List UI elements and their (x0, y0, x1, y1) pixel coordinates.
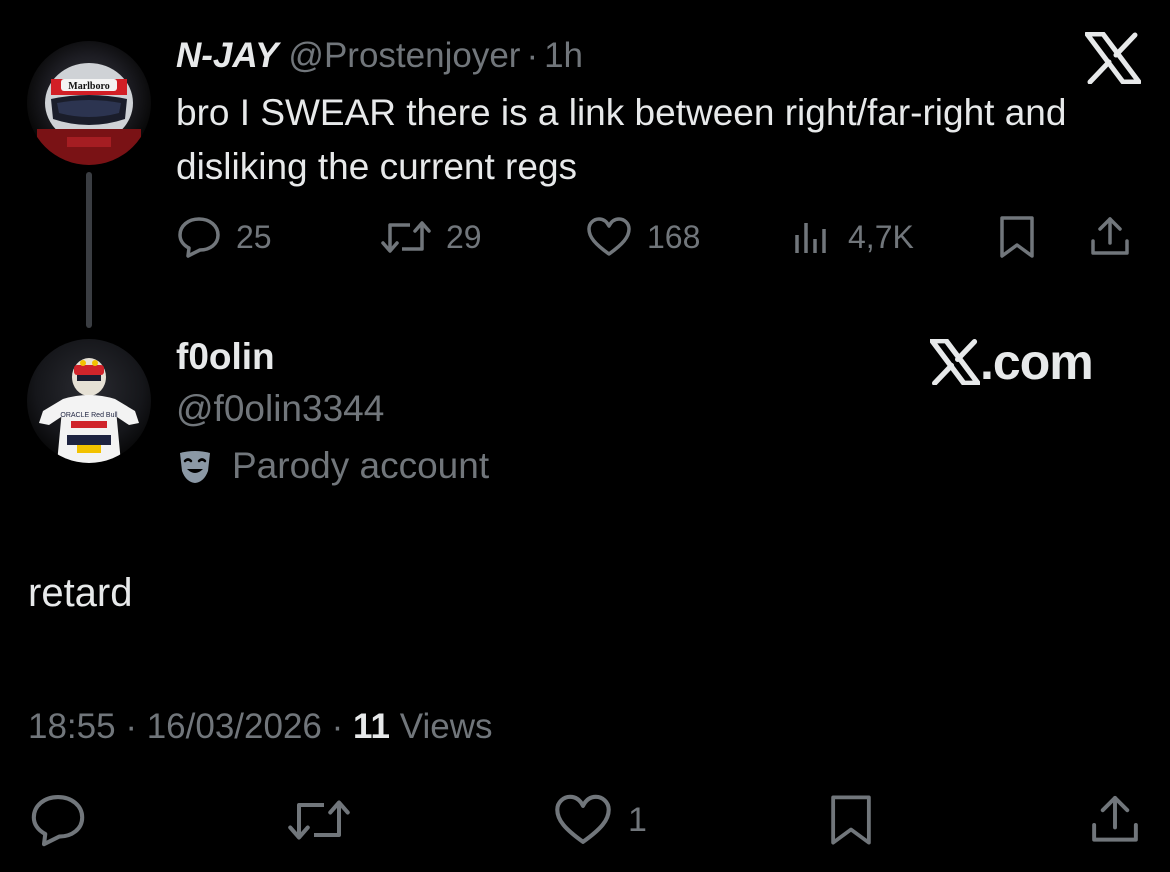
avatar-sponsor-text: ORACLE Red Bull (60, 412, 118, 419)
reply-author-avatar[interactable]: ORACLE Red Bull (27, 339, 151, 463)
x-logo-icon (1084, 31, 1142, 85)
reply-time[interactable]: 18:55 (28, 707, 116, 746)
mask-icon (180, 451, 210, 483)
parent-tweet-header: N-JAY @Prostenjoyer · 1h (176, 36, 583, 76)
bookmark-icon (831, 795, 871, 845)
reply-button[interactable]: 25 (176, 212, 272, 262)
reply-icon (178, 217, 220, 258)
parent-tweet-text: bro I SWEAR there is a link between righ… (176, 92, 1067, 187)
share-button[interactable] (1088, 212, 1132, 262)
bookmark-button[interactable] (826, 795, 876, 845)
meta-separator: · (331, 707, 344, 746)
reply-date[interactable]: 16/03/2026 (147, 707, 322, 746)
heart-icon (587, 217, 631, 256)
repost-count: 29 (446, 218, 482, 255)
share-icon (1092, 795, 1138, 842)
bookmark-icon (1000, 216, 1034, 258)
repost-button[interactable] (286, 795, 352, 845)
tweet-timestamp[interactable]: 1h (544, 36, 583, 76)
reply-author-display-name[interactable]: f0olin (176, 334, 275, 380)
like-button[interactable]: 168 (585, 212, 700, 262)
racing-driver-avatar-icon: ORACLE Red Bull (39, 358, 139, 463)
parody-account-label: Parody account (232, 445, 490, 486)
repost-icon (288, 800, 350, 840)
reply-button[interactable] (28, 795, 88, 847)
like-count: 1 (628, 800, 647, 839)
author-handle[interactable]: @Prostenjoyer (288, 36, 520, 76)
author-display-name[interactable]: N-JAY (176, 36, 278, 76)
views-button[interactable]: 4,7K (792, 212, 914, 262)
views-chart-icon (795, 223, 826, 253)
repost-button[interactable]: 29 (380, 212, 482, 262)
reply-metadata: 18:55 · 16/03/2026 · 11 Views (28, 704, 492, 750)
parody-account-badge[interactable]: Parody account (176, 442, 489, 490)
views-count: 4,7K (848, 218, 914, 255)
driver-helmet-avatar-icon: Marlboro (37, 63, 141, 165)
reply-views-label: Views (399, 707, 493, 746)
author-avatar[interactable]: Marlboro (27, 41, 151, 165)
like-button[interactable]: 1 (552, 794, 647, 845)
heart-icon (555, 794, 611, 844)
avatar-logo-text: Marlboro (68, 81, 109, 92)
repost-icon (381, 221, 431, 253)
reply-icon (31, 795, 85, 847)
reply-count: 25 (236, 218, 272, 255)
like-count: 168 (647, 218, 701, 255)
bookmark-button[interactable] (996, 212, 1038, 262)
x-logo-icon (930, 339, 980, 385)
x-com-watermark: .com (930, 333, 1094, 391)
watermark-suffix: .com (980, 334, 1094, 390)
reply-tweet-text: retard (28, 571, 133, 615)
header-separator: · (526, 36, 539, 75)
share-icon (1091, 217, 1129, 255)
meta-separator: · (125, 707, 137, 746)
share-button[interactable] (1088, 795, 1142, 845)
reply-view-count: 11 (353, 707, 391, 746)
thread-connector-line (86, 172, 92, 328)
reply-author-handle[interactable]: @f0olin3344 (176, 386, 384, 432)
